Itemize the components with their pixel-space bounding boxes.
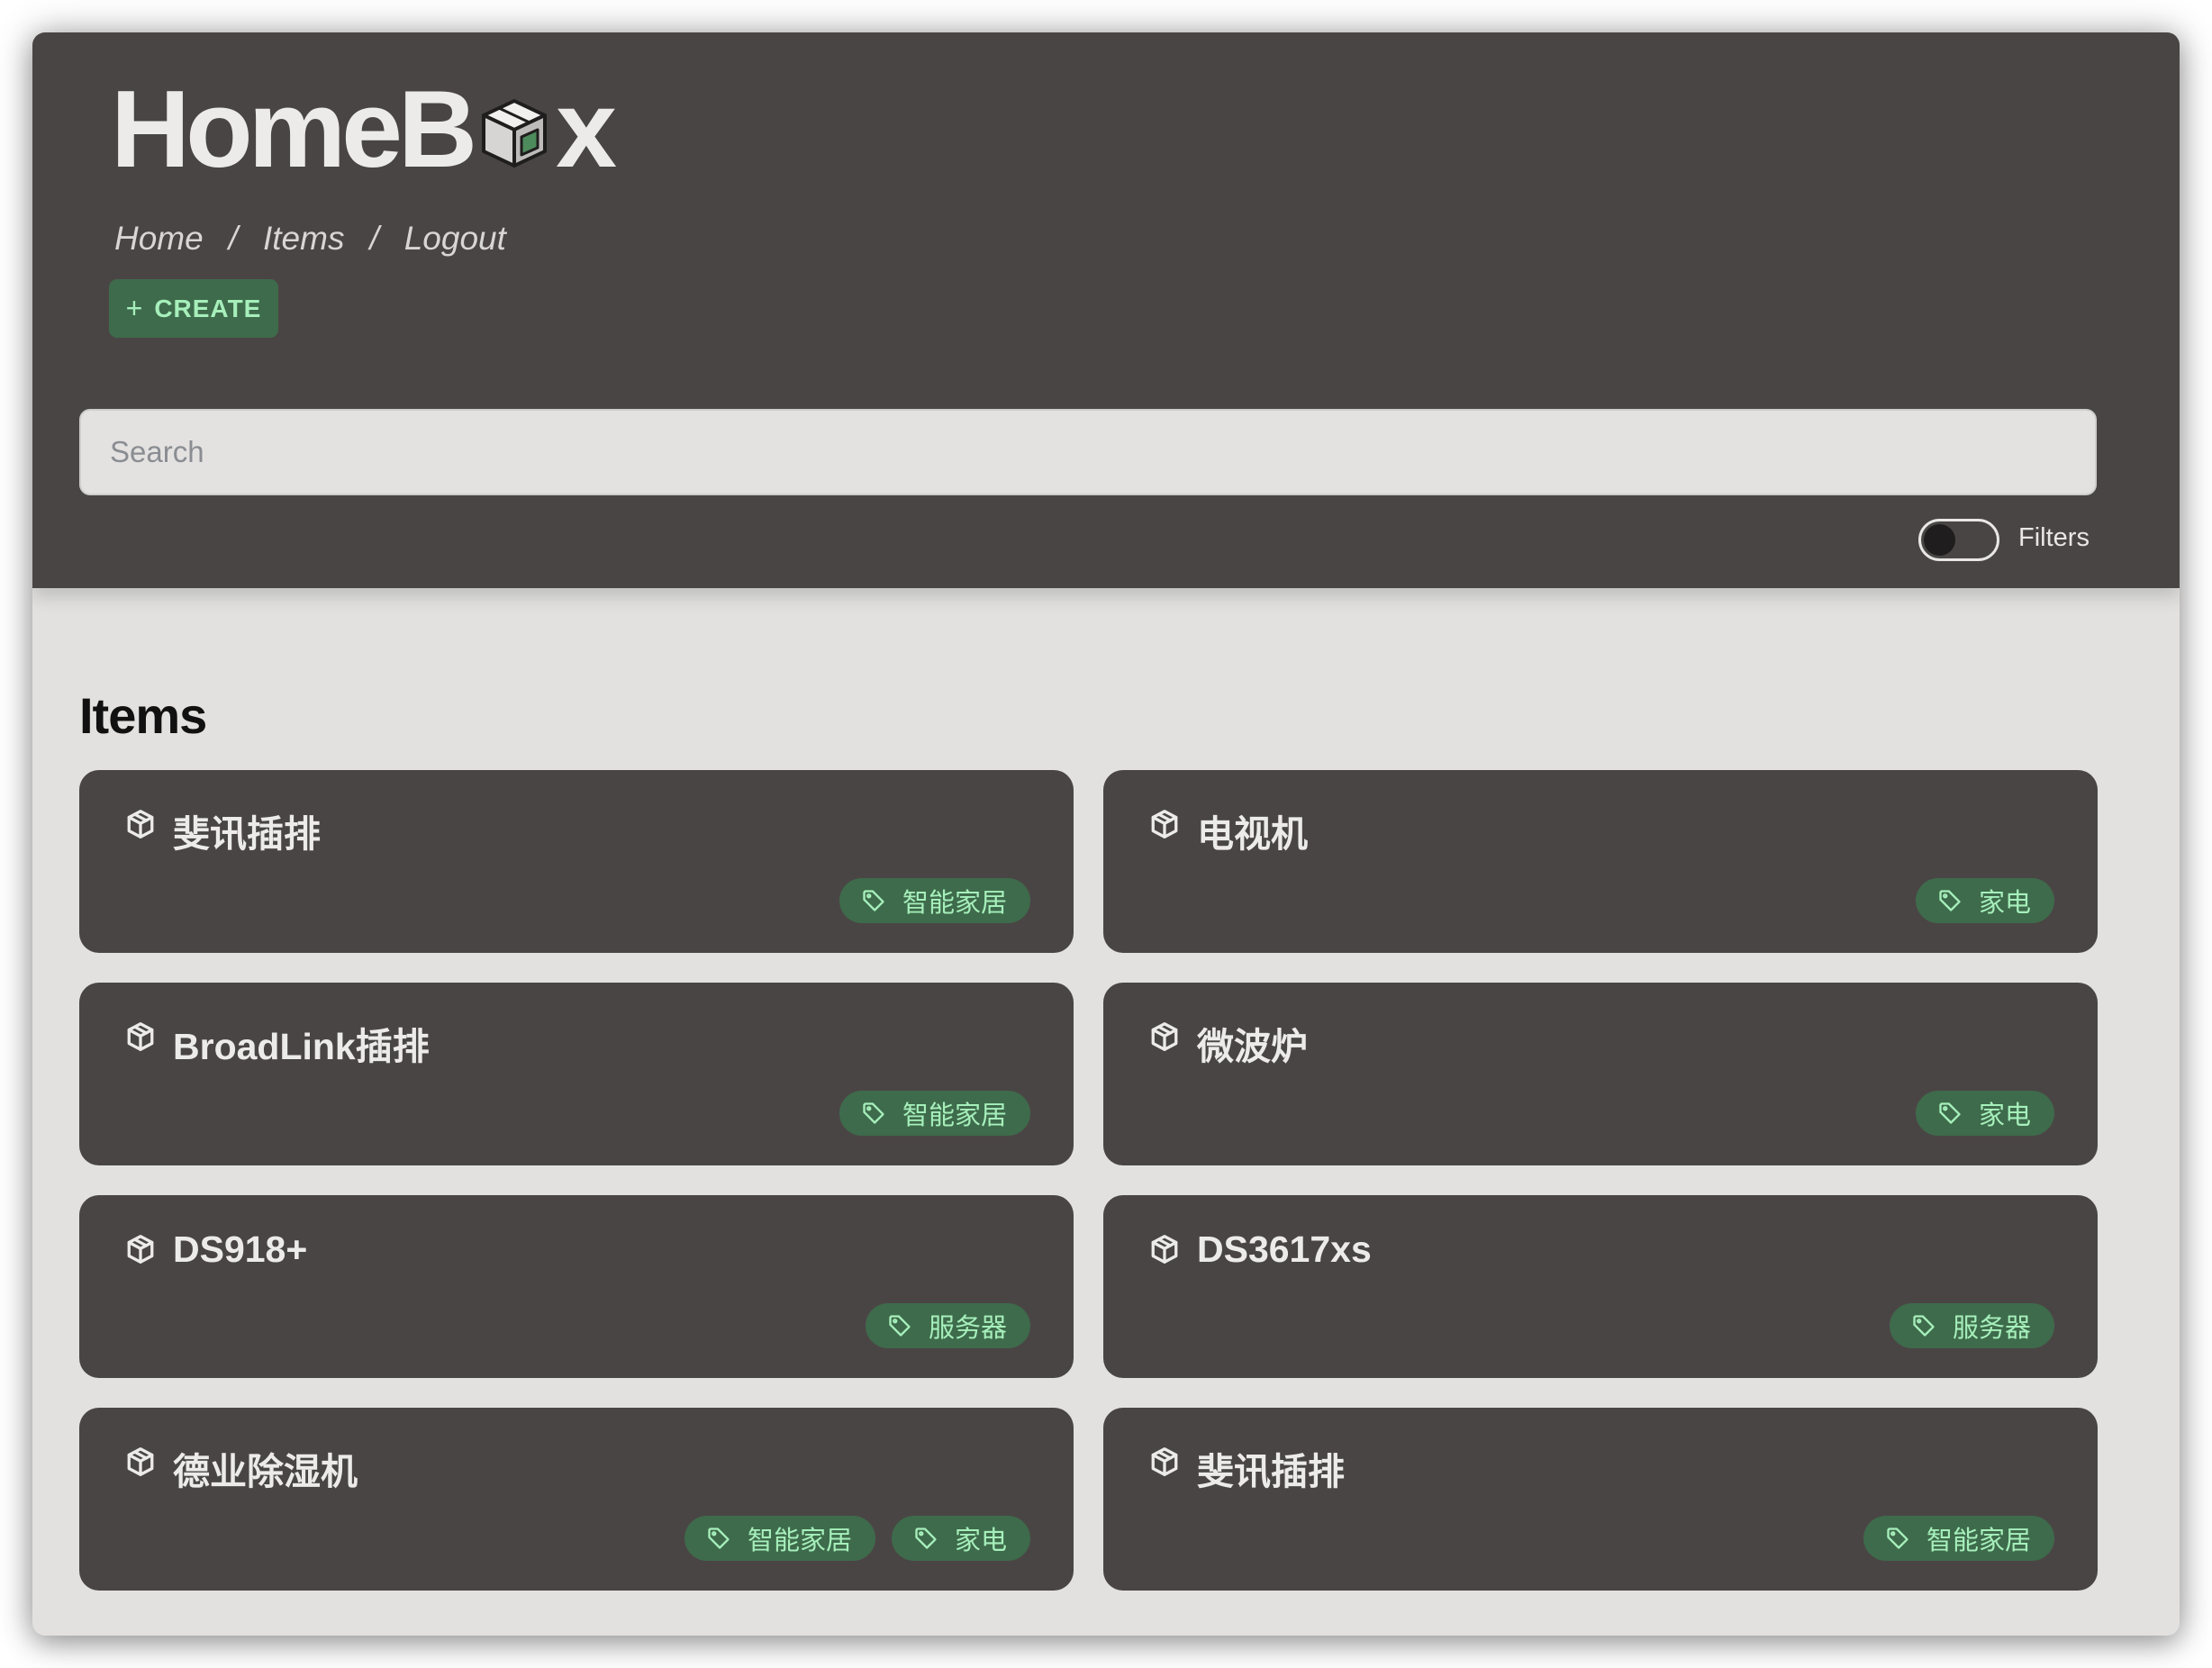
logo-text-left: HomeB [111, 68, 477, 190]
cube-icon [127, 1235, 154, 1264]
tag-label: 智能家居 [902, 889, 1007, 918]
item-tags: 智能家居 家电 [684, 1516, 1030, 1561]
item-name: 微波炉 [1197, 1026, 1308, 1067]
tag-icon [889, 1315, 911, 1337]
cube-icon [1151, 1022, 1178, 1051]
item-name: BroadLink插排 [173, 1026, 430, 1067]
item-tags: 家电 [1915, 878, 2054, 923]
cube-icon [127, 810, 154, 839]
tag-icon [863, 890, 884, 911]
tag-badge[interactable]: 智能家居 [1863, 1516, 2054, 1561]
plus-icon: + [125, 292, 144, 324]
search-input[interactable] [79, 409, 2097, 495]
tag-label: 智能家居 [1926, 1527, 2031, 1555]
cube-icon [1151, 1235, 1178, 1264]
tag-icon [1887, 1527, 1908, 1549]
tag-label: 家电 [1978, 1101, 2031, 1130]
tag-label: 智能家居 [902, 1101, 1007, 1130]
tag-badge[interactable]: 智能家居 [839, 878, 1030, 923]
cube-icon [1151, 810, 1178, 839]
tag-badge[interactable]: 服务器 [1889, 1303, 2054, 1348]
cube-icon [1151, 1447, 1178, 1476]
item-tags: 家电 [1915, 1091, 2054, 1136]
item-card[interactable]: 斐讯插排智能家居 [1103, 1408, 2098, 1591]
create-button[interactable]: + CREATE [109, 279, 278, 338]
tag-label: 家电 [1978, 889, 2031, 918]
item-card[interactable]: DS3617xs 服务器 [1103, 1195, 2098, 1378]
tag-icon [863, 1102, 884, 1124]
tag-badge[interactable]: 家电 [1915, 1091, 2054, 1136]
item-card[interactable]: BroadLink插排智能家居 [79, 983, 1074, 1165]
tag-badge[interactable]: 服务器 [865, 1303, 1030, 1348]
header: HomeB x Home / Items / Logout + CREATE S… [32, 32, 2180, 588]
item-name: 斐讯插排 [173, 813, 321, 855]
item-tags: 智能家居 [839, 1091, 1030, 1136]
item-card[interactable]: 斐讯插排智能家居 [79, 770, 1074, 953]
tag-icon [708, 1527, 730, 1549]
tag-label: 服务器 [928, 1314, 1007, 1343]
item-name: 电视机 [1197, 813, 1308, 855]
items-grid: 斐讯插排 智能家居 电视机 家电 BroadLink插排 智能家居 微波炉 家电 DS918+ 服… [79, 770, 2098, 1591]
app-logo[interactable]: HomeB x [111, 68, 617, 190]
item-tags: 服务器 [1889, 1303, 2054, 1348]
item-name: DS3617xs [1197, 1228, 1372, 1270]
filters-toggle[interactable] [1918, 519, 1999, 561]
app-window: HomeB x Home / Items / Logout + CREATE S… [32, 32, 2180, 1636]
breadcrumb-items-link[interactable]: Items [263, 220, 344, 258]
tag-badge[interactable]: 家电 [1915, 878, 2054, 923]
breadcrumb-separator: / [228, 220, 238, 257]
tag-badge[interactable]: 智能家居 [839, 1091, 1030, 1136]
item-card[interactable]: DS918+ 服务器 [79, 1195, 1074, 1378]
tag-icon [1939, 1102, 1961, 1124]
cube-icon [127, 1447, 154, 1476]
tag-badge[interactable]: 家电 [891, 1516, 1030, 1561]
tag-label: 服务器 [1952, 1314, 2031, 1343]
item-name: 斐讯插排 [1197, 1451, 1345, 1492]
item-tags: 服务器 [865, 1303, 1030, 1348]
page-title: Items [79, 686, 207, 744]
breadcrumb-home-link[interactable]: Home [114, 220, 204, 258]
breadcrumb-separator: / [369, 220, 379, 257]
item-tags: 智能家居 [839, 878, 1030, 923]
item-name: 德业除湿机 [173, 1451, 358, 1492]
item-card[interactable]: 微波炉家电 [1103, 983, 2098, 1165]
toggle-knob [1924, 524, 1955, 556]
logo-text-right: x [556, 68, 617, 190]
breadcrumb-logout-link[interactable]: Logout [404, 220, 506, 258]
box-icon [482, 99, 548, 168]
item-tags: 智能家居 [1863, 1516, 2054, 1561]
tag-icon [1939, 890, 1961, 911]
item-name: DS918+ [173, 1228, 308, 1270]
tag-icon [915, 1527, 937, 1549]
filters-label: Filters [2018, 523, 2090, 552]
tag-icon [1913, 1315, 1935, 1337]
tag-label: 智能家居 [747, 1527, 852, 1555]
breadcrumb: Home / Items / Logout [114, 220, 506, 258]
create-button-label: CREATE [154, 294, 262, 322]
item-card[interactable]: 德业除湿机智能家居 家电 [79, 1408, 1074, 1591]
tag-label: 家电 [954, 1527, 1007, 1555]
tag-badge[interactable]: 智能家居 [684, 1516, 875, 1561]
item-card[interactable]: 电视机家电 [1103, 770, 2098, 953]
cube-icon [127, 1022, 154, 1051]
